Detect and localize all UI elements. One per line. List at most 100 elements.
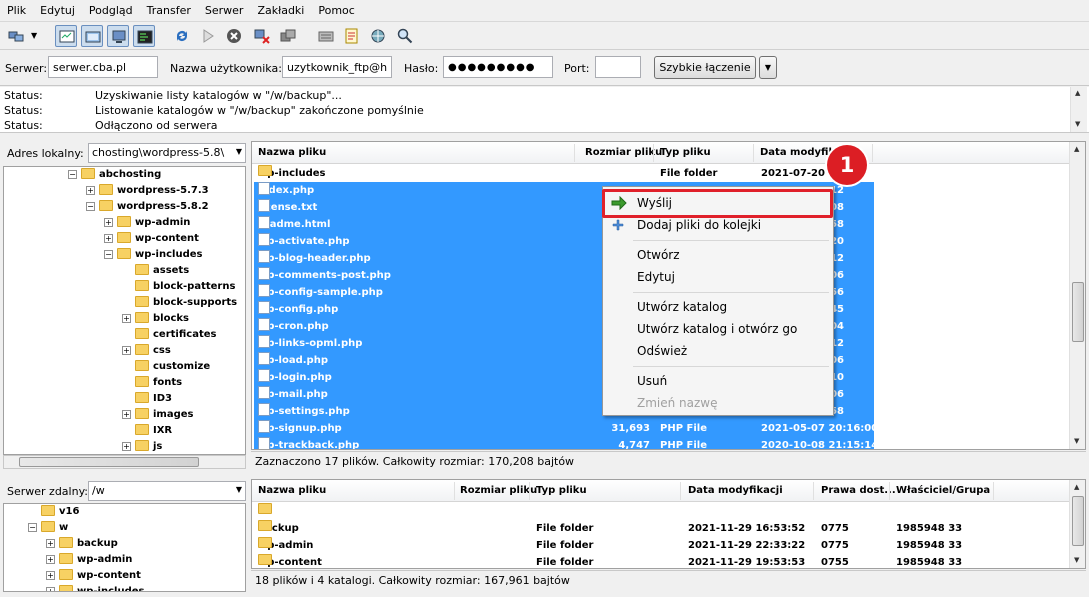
tree-item[interactable]: assets xyxy=(122,263,189,279)
sync-browse-icon[interactable] xyxy=(367,25,389,47)
scroll-up-icon[interactable]: ▲ xyxy=(1075,89,1080,97)
scroll-down-icon[interactable]: ▼ xyxy=(1075,120,1080,128)
tree-expander-icon[interactable]: + xyxy=(86,186,95,195)
menu-item-utworz-i-otworz[interactable]: Utwórz katalog i otwórz go xyxy=(637,322,797,336)
tree-item[interactable]: + js xyxy=(122,439,162,454)
file-row[interactable]: wp-trackback.php 4,747 PHP File 2020-10-08 … xyxy=(254,437,878,449)
file-row[interactable]: .. xyxy=(254,503,1054,520)
tree-expander-icon[interactable]: + xyxy=(122,314,131,323)
col-size[interactable]: Rozmiar pliku xyxy=(585,147,662,158)
file-row[interactable]: wp-signup.php 31,693 PHP File 2021-05-07 20… xyxy=(254,420,878,437)
tree-item[interactable]: + css xyxy=(122,343,171,359)
remote-address-input[interactable]: /w ▼ xyxy=(88,481,246,501)
tree-item[interactable]: block-supports xyxy=(122,295,237,311)
menu-item-edytuj[interactable]: Edytuj xyxy=(637,270,675,284)
tree-item[interactable]: − wp-includes xyxy=(104,247,202,263)
cancel-icon[interactable] xyxy=(223,25,245,47)
tree-expander-icon[interactable]: + xyxy=(122,346,131,355)
chevron-down-icon[interactable]: ▼ xyxy=(236,147,242,156)
menu-zakladki[interactable]: Zakładki xyxy=(250,4,311,17)
local-tree-hscrollbar[interactable] xyxy=(3,455,246,469)
file-row[interactable]: wp-content File folder 2021-11-29 19:53:53… xyxy=(254,554,1054,568)
tree-item[interactable]: + wordpress-5.7.3 xyxy=(86,183,209,199)
menu-podglad[interactable]: Podgląd xyxy=(82,4,140,17)
tree-expander-icon[interactable]: − xyxy=(68,170,77,179)
local-tree-icon[interactable] xyxy=(81,25,103,47)
col-perm[interactable]: Prawa dost... xyxy=(821,485,896,496)
tree-item[interactable]: + wp-admin xyxy=(104,215,190,231)
col-date[interactable]: Data modyfikacji xyxy=(688,485,783,496)
menu-item-dodaj-do-kolejki[interactable]: Dodaj pliki do kolejki xyxy=(637,218,761,232)
refresh-icon[interactable] xyxy=(171,25,193,47)
remote-tree-icon[interactable] xyxy=(107,25,129,47)
tree-item[interactable]: ID3 xyxy=(122,391,172,407)
tree-expander-icon[interactable]: + xyxy=(122,442,131,451)
tree-item[interactable]: + wp-content xyxy=(46,568,141,584)
compare-icon[interactable] xyxy=(341,25,363,47)
filter-icon[interactable] xyxy=(315,25,337,47)
file-row[interactable]: wp-admin File folder 2021-11-29 22:33:22 07… xyxy=(254,537,1054,554)
file-row[interactable]: wp-includes File folder 2021-07-20 16:22 xyxy=(254,165,874,182)
remote-files-scrollbar[interactable]: ▲ ▼ xyxy=(1069,480,1085,568)
menu-plik[interactable]: Plik xyxy=(0,4,33,17)
tree-expander-icon[interactable]: − xyxy=(86,202,95,211)
menu-item-utworz-katalog[interactable]: Utwórz katalog xyxy=(637,300,727,314)
search-icon[interactable] xyxy=(394,25,416,47)
scroll-down-icon[interactable]: ▼ xyxy=(1074,556,1079,564)
tree-item[interactable]: − abchosting xyxy=(68,167,161,183)
reconnect-icon[interactable] xyxy=(277,25,299,47)
tree-item[interactable]: customize xyxy=(122,359,210,375)
user-input[interactable] xyxy=(282,56,392,78)
scroll-down-icon[interactable]: ▼ xyxy=(1074,437,1079,445)
dropdown-arrow-icon[interactable]: ▼ xyxy=(28,25,42,47)
col-name[interactable]: Nazwa pliku xyxy=(258,147,326,158)
local-address-input[interactable]: chosting\wordpress-5.8\ ▼ xyxy=(88,143,246,163)
tree-item[interactable]: certificates xyxy=(122,327,216,343)
tree-expander-icon[interactable]: + xyxy=(46,555,55,564)
message-log-icon[interactable] xyxy=(55,25,77,47)
quickconnect-dropdown[interactable]: ▼ xyxy=(759,56,777,79)
col-type[interactable]: Typ pliku xyxy=(536,485,587,496)
tree-item[interactable]: IXR xyxy=(122,423,172,439)
tree-item[interactable]: + blocks xyxy=(122,311,189,327)
tree-expander-icon[interactable]: + xyxy=(104,218,113,227)
disconnect-icon[interactable] xyxy=(251,25,273,47)
file-row[interactable]: backup File folder 2021-11-29 16:53:52 0775… xyxy=(254,520,1054,537)
tree-expander-icon[interactable]: + xyxy=(46,571,55,580)
menu-serwer[interactable]: Serwer xyxy=(198,4,251,17)
tree-item[interactable]: + wp-includes xyxy=(46,584,144,591)
menu-pomoc[interactable]: Pomoc xyxy=(311,4,361,17)
password-input[interactable] xyxy=(443,56,553,78)
tree-item[interactable]: + wp-admin xyxy=(46,552,132,568)
col-type[interactable]: Typ pliku xyxy=(660,147,711,158)
menu-item-odswiez[interactable]: Odśwież xyxy=(637,344,687,358)
tree-expander-icon[interactable]: + xyxy=(46,539,55,548)
tree-item[interactable]: block-patterns xyxy=(122,279,235,295)
col-owner[interactable]: Właściciel/Grupa xyxy=(896,485,990,496)
tree-item[interactable]: + images xyxy=(122,407,194,423)
tree-item[interactable]: + wp-content xyxy=(104,231,199,247)
col-size[interactable]: Rozmiar pliku xyxy=(460,485,537,496)
tree-expander-icon[interactable]: − xyxy=(28,523,37,532)
port-input[interactable] xyxy=(595,56,641,78)
tree-expander-icon[interactable]: + xyxy=(46,587,55,591)
tree-expander-icon[interactable]: + xyxy=(122,410,131,419)
tree-expander-icon[interactable]: + xyxy=(104,234,113,243)
scroll-up-icon[interactable]: ▲ xyxy=(1074,145,1079,153)
tree-item[interactable]: + backup xyxy=(46,536,118,552)
process-queue-icon[interactable] xyxy=(197,25,219,47)
tree-item[interactable]: − w xyxy=(28,520,68,536)
scroll-up-icon[interactable]: ▲ xyxy=(1074,483,1079,491)
scroll-thumb[interactable] xyxy=(1072,496,1084,546)
site-manager-icon[interactable] xyxy=(5,25,27,47)
server-input[interactable] xyxy=(48,56,158,78)
quickconnect-button[interactable]: Szybkie łączenie xyxy=(654,56,756,79)
scroll-thumb[interactable] xyxy=(19,457,199,467)
local-files-scrollbar[interactable]: ▲ ▼ xyxy=(1069,142,1085,449)
tree-item[interactable]: − wordpress-5.8.2 xyxy=(86,199,209,215)
chevron-down-icon[interactable]: ▼ xyxy=(236,485,242,494)
log-scrollbar[interactable]: ▲ ▼ xyxy=(1070,87,1087,132)
col-name[interactable]: Nazwa pliku xyxy=(258,485,326,496)
scroll-thumb[interactable] xyxy=(1072,282,1084,342)
tree-item[interactable]: fonts xyxy=(122,375,182,391)
